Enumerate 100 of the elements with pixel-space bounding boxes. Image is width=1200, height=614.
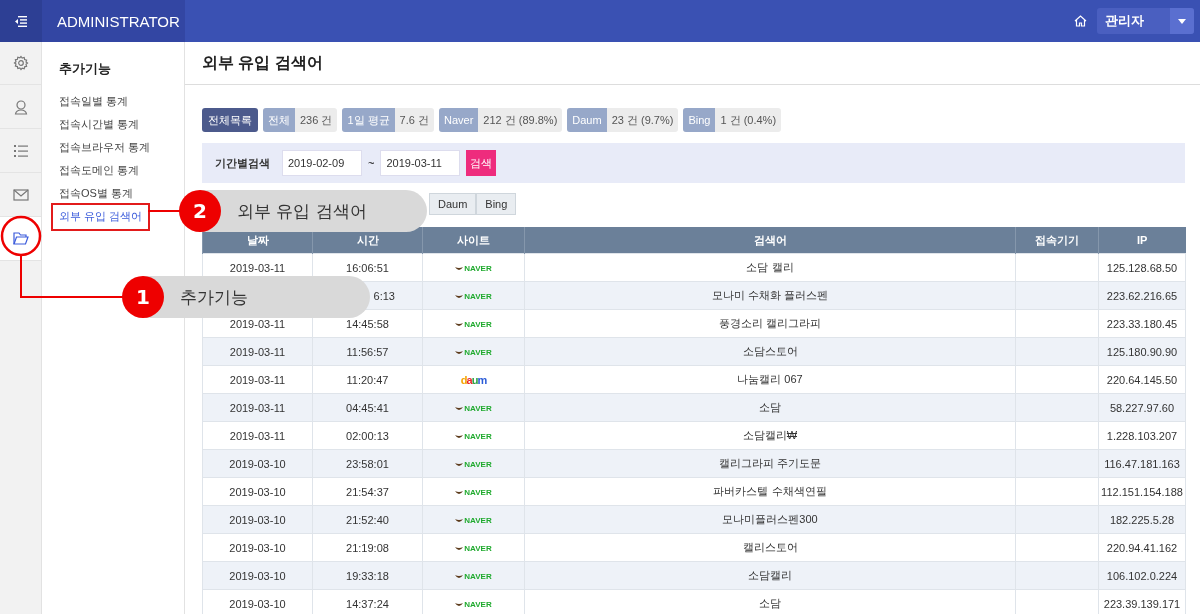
ip-cell: 220.94.41.162 [1098, 533, 1186, 562]
ip-cell: 223.33.180.45 [1098, 309, 1186, 338]
keyword-cell: 모나미플러스펜300 [524, 505, 1016, 534]
naver-logo: NAVER [455, 572, 492, 582]
keyword-cell: 파버카스텔 수채색연필 [524, 477, 1016, 506]
all-list-button[interactable]: 전체목록 [202, 108, 258, 132]
stat-label: 1일 평균 [342, 108, 395, 132]
date-cell: 2019-03-10 [202, 533, 313, 562]
stat-value: 1 건 (0.4%) [719, 112, 778, 128]
search-button[interactable]: 검색 [466, 150, 497, 176]
date-cell: 2019-03-11 [202, 421, 313, 450]
list-icon[interactable] [12, 143, 29, 158]
keyword-cell: 풍경소리 캘리그라피 [524, 309, 1016, 338]
keyword-cell: 모나미 수채화 플러스펜 [524, 281, 1016, 310]
ip-cell: 58.227.97.60 [1098, 393, 1186, 422]
column-header: 사이트 [422, 227, 525, 254]
stat-label: Naver [438, 108, 479, 132]
date-cell: 2019-03-10 [202, 589, 313, 614]
callout-text: 외부 유입 검색어 [237, 199, 367, 223]
time-cell: 11:20:47 [312, 365, 423, 394]
nav-item[interactable]: 접속일별 통계 [59, 90, 129, 113]
date-cell: 2019-03-11 [202, 365, 313, 394]
ip-cell: 125.128.68.50 [1098, 253, 1186, 282]
ip-cell: 223.62.216.65 [1098, 281, 1186, 310]
column-header: IP [1098, 227, 1186, 254]
keyword-cell: 소담스토어 [524, 337, 1016, 366]
date-cell: 2019-03-10 [202, 505, 313, 534]
user-dropdown[interactable]: 관리자 [1097, 8, 1194, 34]
filter-tab[interactable]: Bing [476, 193, 517, 215]
user-icon[interactable] [12, 98, 29, 115]
highlight-circle [0, 215, 42, 257]
callout-number: 1 [122, 276, 164, 318]
date-cell: 2019-03-10 [202, 477, 313, 506]
nav-item[interactable]: 외부 유입 검색어 [53, 205, 149, 229]
callout-text: 추가기능 [180, 285, 248, 309]
naver-logo: NAVER [455, 460, 492, 470]
date-cell: 2019-03-10 [202, 561, 313, 590]
caret-icon [1178, 18, 1186, 24]
keyword-cell: 소담캘리 [524, 561, 1016, 590]
brand-title: ADMINISTRATOR [57, 12, 180, 30]
leader-line [147, 210, 181, 212]
naver-logo: NAVER [455, 544, 492, 554]
ip-cell: 106.102.0.224 [1098, 561, 1186, 590]
stat-value: 236 건 [299, 112, 334, 128]
page-title: 외부 유입 검색어 [202, 52, 323, 73]
ip-cell: 116.47.181.163 [1098, 449, 1186, 478]
date-field[interactable]: 2019-02-09 [282, 150, 362, 176]
keyword-cell: 나눔캘리 067 [524, 365, 1016, 394]
ip-cell: 182.225.5.28 [1098, 505, 1186, 534]
nav-item[interactable]: 접속OS별 통계 [59, 182, 133, 205]
keyword-cell: 소담 [524, 393, 1016, 422]
date-cell: 2019-03-10 [202, 449, 313, 478]
time-cell: 21:52:40 [312, 505, 423, 534]
time-cell: 19:33:18 [312, 561, 423, 590]
filter-tab[interactable]: Daum [429, 193, 477, 215]
time-cell: 04:45:41 [312, 393, 423, 422]
menu-toggle-icon[interactable] [15, 15, 27, 27]
ip-cell: 1.228.103.207 [1098, 421, 1186, 450]
daum-logo: daum [460, 374, 487, 387]
nav-item[interactable]: 접속도메인 통계 [59, 159, 140, 182]
keyword-cell: 소담캘리₩ [524, 421, 1016, 450]
stat-label: Bing [683, 108, 716, 132]
stat-value: 212 건 (89.8%) [482, 112, 559, 128]
range-separator: ~ [368, 157, 375, 169]
time-cell: 11:56:57 [312, 337, 423, 366]
folder-icon[interactable] [12, 232, 29, 245]
naver-logo: NAVER [455, 320, 492, 330]
naver-logo: NAVER [455, 600, 492, 610]
settings-icon[interactable] [12, 55, 29, 71]
date-field[interactable]: 2019-03-11 [380, 150, 461, 176]
mail-icon[interactable] [12, 188, 29, 201]
ip-cell: 112.151.154.188 [1098, 477, 1186, 506]
keyword-cell: 캘리그라피 주기도문 [524, 449, 1016, 478]
keyword-cell: 소담 캘리 [524, 253, 1016, 282]
home-icon[interactable] [1074, 15, 1087, 27]
nav-item[interactable]: 접속브라우저 통계 [59, 136, 151, 159]
naver-logo: NAVER [455, 348, 492, 358]
keyword-cell: 캘리스토어 [524, 533, 1016, 562]
callout-number: 2 [179, 190, 221, 232]
naver-logo: NAVER [455, 264, 492, 274]
stat-value: 23 건 (9.7%) [610, 112, 675, 128]
time-cell: 21:19:08 [312, 533, 423, 562]
date-cell: 2019-03-11 [202, 393, 313, 422]
naver-logo: NAVER [455, 488, 492, 498]
naver-logo: NAVER [455, 292, 492, 302]
ip-cell: 220.64.145.50 [1098, 365, 1186, 394]
naver-logo: NAVER [455, 404, 492, 414]
naver-logo: NAVER [455, 516, 492, 526]
search-label: 기간별검색 [215, 155, 270, 171]
ip-cell: 125.180.90.90 [1098, 337, 1186, 366]
naver-logo: NAVER [455, 432, 492, 442]
column-header: 접속기기 [1015, 227, 1099, 254]
column-header: 검색어 [524, 227, 1016, 254]
nav-heading: 추가기능 [59, 60, 112, 78]
time-cell: 23:58:01 [312, 449, 423, 478]
nav-item[interactable]: 접속시간별 통계 [59, 113, 140, 136]
stat-value: 7.6 건 [398, 112, 430, 128]
stat-label: Daum [567, 108, 607, 132]
time-cell: 02:00:13 [312, 421, 423, 450]
stat-label: 전체 [263, 108, 295, 132]
